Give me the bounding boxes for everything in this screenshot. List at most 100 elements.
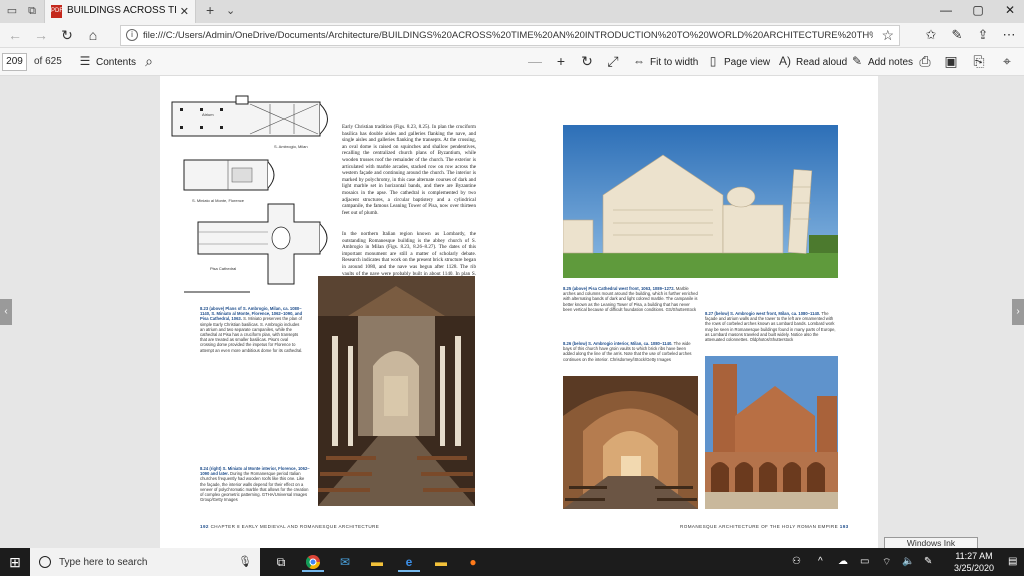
search-placeholder: Type here to search (59, 557, 148, 568)
caption-8-27: 8.27 (below) S. Ambrogio west front, Mil… (705, 311, 838, 342)
left-page-footer: 192 CHAPTER 8 EARLY MEDIEVAL AND ROMANES… (200, 524, 379, 529)
title-bar: ▭ ⧉ PDF BUILDINGS ACROSS TIM ✕ + ⌄ — ▢ ✕ (0, 0, 1024, 23)
browser-tab[interactable]: PDF BUILDINGS ACROSS TIM ✕ (44, 0, 196, 23)
save-as-icon[interactable]: ⎘ (970, 53, 988, 70)
system-clock[interactable]: 11:27 AM 3/25/2020 (944, 550, 1004, 574)
notifications-icon[interactable]: ▤ (1008, 556, 1017, 567)
fit-width-icon: ⇔ (633, 54, 645, 68)
caption-8-23: 8.23 (above) Plans of S. Ambrogio, Milan… (200, 306, 304, 353)
clock-time: 11:27 AM (955, 551, 993, 561)
edge-icon[interactable]: e (398, 552, 420, 572)
label-s-miniato: S. Miniato al Monte, Florence (192, 198, 245, 203)
clock-date: 3/25/2020 (953, 563, 995, 573)
task-view-icon[interactable]: ⧉ (270, 552, 292, 572)
microphone-icon[interactable]: 🎙 (238, 555, 252, 568)
folder-icon[interactable]: ▬ (430, 552, 452, 572)
windows-ink-icon[interactable]: ✎ (924, 556, 932, 567)
chrome-icon[interactable] (302, 552, 324, 572)
page-view-button[interactable]: ▯ Page view (706, 54, 770, 68)
close-tab-icon[interactable]: ✕ (180, 5, 189, 18)
rotate-icon[interactable]: ↻ (578, 53, 596, 70)
s-miniato-interior-photo (318, 276, 475, 506)
pdf-toolbar: 209 of 625 ☰ Contents ⌕ — + ↻ ⤢ ⇔ Fit to w… (0, 48, 1024, 76)
tab-dropdown-icon[interactable]: ⌄ (226, 4, 235, 17)
caption-8-27-credit: Oldphotos/Shutterstock (749, 337, 794, 343)
pin-toolbar-icon[interactable]: ⌖ (998, 53, 1016, 70)
contents-button[interactable]: ☰ Contents (78, 54, 136, 68)
pdf-viewer[interactable]: ‹ › Atrium S. Ambrogio, Milan S. Miniato… (0, 76, 1024, 548)
back-icon[interactable]: ← (6, 27, 24, 43)
tab-preview-icon[interactable]: ⧉ (24, 3, 40, 19)
caption-8-26-credit: Chrisdorney/iStock/Getty Images (609, 356, 672, 362)
label-atrium: Atrium (202, 112, 214, 117)
s-ambrogio-interior-photo (563, 376, 698, 509)
battery-icon[interactable]: ▭ (860, 556, 869, 567)
home-icon[interactable]: ⌂ (84, 27, 102, 43)
read-aloud-label: Read aloud (796, 57, 848, 68)
tab-title: BUILDINGS ACROSS TIM (67, 5, 177, 16)
page-number-input[interactable]: 209 (2, 53, 27, 71)
address-bar: ← → ↻ ⌂ i file:///C:/Users/Admin/OneDriv… (0, 23, 1024, 48)
info-icon[interactable]: i (126, 29, 138, 41)
more-icon[interactable]: ⋯ (1000, 27, 1018, 43)
maximize-icon[interactable]: ▢ (968, 3, 988, 17)
caption-8-24: 8.24 (right) S. Miniato al Monte interio… (200, 466, 310, 502)
pisa-cathedral-photo (563, 125, 838, 278)
mail-icon[interactable]: ✉ (334, 552, 356, 572)
refresh-icon[interactable]: ↻ (58, 27, 76, 44)
url-text: file:///C:/Users/Admin/OneDrive/Document… (143, 30, 873, 41)
print-icon[interactable]: ⎙ (916, 53, 934, 70)
page-view-label: Page view (724, 57, 771, 68)
read-aloud-button[interactable]: A) Read aloud (778, 54, 847, 68)
zoom-in-icon[interactable]: + (552, 53, 570, 69)
favorites-icon[interactable]: ✩ (922, 27, 940, 43)
right-footer-text: ROMANESQUE ARCHITECTURE OF THE HOLY ROMA… (680, 524, 839, 529)
page-count: of 625 (34, 56, 62, 67)
save-icon[interactable]: ▣ (942, 53, 960, 70)
contents-list-icon: ☰ (79, 54, 91, 68)
page-view-icon: ▯ (709, 54, 717, 68)
taskbar-search[interactable]: Type here to search 🎙 (30, 548, 260, 576)
add-notes-button[interactable]: ✎ Add notes (850, 54, 913, 68)
pen-icon[interactable]: ✎ (948, 27, 966, 43)
favorite-star-icon[interactable]: ☆ (881, 27, 894, 44)
caption-8-25-credit: GS/Shutterstock (665, 306, 697, 312)
fit-to-width-button[interactable]: ⇔ Fit to width (632, 54, 698, 68)
caption-8-26: 8.26 (below) S. Ambrogio interior, Milan… (563, 341, 698, 362)
left-footer-text: CHAPTER 8 EARLY MEDIEVAL AND ROMANESQUE … (210, 524, 380, 529)
cortana-circle-icon (39, 556, 51, 568)
church-plans-diagram: Atrium S. Ambrogio, Milan S. Miniato al … (171, 95, 328, 293)
caption-8-23-body: S. Miniato preserves the plan of simple … (200, 316, 303, 353)
read-aloud-icon: A) (779, 54, 791, 68)
firefox-icon[interactable]: ● (462, 552, 484, 572)
next-page-icon[interactable]: › (1012, 299, 1024, 325)
network-icon[interactable]: ⌔ (882, 556, 891, 569)
zoom-out-icon[interactable]: — (526, 53, 544, 69)
right-page-number: 193 (839, 524, 849, 529)
new-tab-icon[interactable]: + (206, 2, 214, 18)
file-explorer-icon[interactable]: ▬ (366, 552, 388, 572)
add-notes-label: Add notes (868, 57, 914, 68)
right-page: 8.25 (above) Pisa Cathedral west front, … (520, 76, 878, 548)
pdf-file-icon: PDF (51, 5, 63, 18)
volume-icon[interactable]: 🔈 (902, 556, 914, 567)
minimize-icon[interactable]: — (936, 3, 956, 17)
pen-notes-icon: ✎ (851, 54, 863, 68)
previous-page-icon[interactable]: ‹ (0, 299, 12, 325)
right-page-footer: ROMANESQUE ARCHITECTURE OF THE HOLY ROMA… (680, 524, 849, 529)
people-icon[interactable]: ⚇ (792, 556, 801, 567)
tab-actions-icon[interactable]: ▭ (4, 3, 20, 19)
caption-8-25: 8.25 (above) Pisa Cathedral west front, … (563, 286, 698, 312)
windows-start-icon[interactable]: ⊞ (0, 548, 30, 576)
share-icon[interactable]: ⇪ (974, 27, 992, 43)
find-icon[interactable]: ⌕ (140, 53, 158, 70)
forward-icon[interactable]: → (32, 27, 50, 43)
url-field[interactable]: i file:///C:/Users/Admin/OneDrive/Docume… (120, 25, 900, 46)
fullscreen-icon[interactable]: ⤢ (604, 53, 622, 70)
fit-to-width-label: Fit to width (650, 57, 699, 68)
show-hidden-icons[interactable]: ^ (818, 556, 823, 567)
label-s-ambrogio: S. Ambrogio, Milan (274, 144, 308, 149)
onedrive-icon[interactable]: ☁ (838, 556, 848, 567)
close-window-icon[interactable]: ✕ (1000, 3, 1020, 17)
contents-label: Contents (96, 57, 137, 68)
